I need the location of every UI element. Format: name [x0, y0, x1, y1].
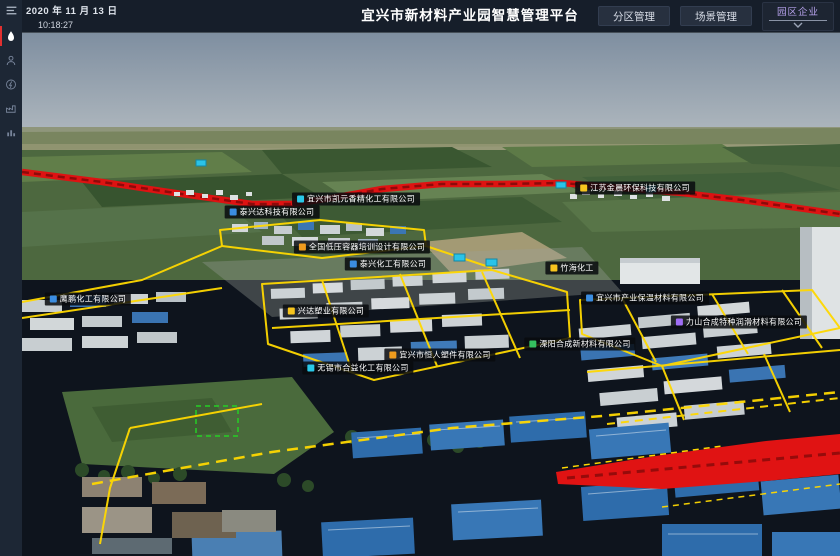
- company-marker-icon: [586, 295, 593, 302]
- company-marker-icon: [288, 308, 295, 315]
- company-marker-icon: [307, 365, 314, 372]
- stats-icon: [5, 126, 17, 139]
- company-label[interactable]: 宜兴市产业保温材料有限公司: [581, 292, 709, 305]
- company-label[interactable]: 泰兴达科技有限公司: [225, 206, 320, 219]
- company-label[interactable]: 江苏金晨环保科技有限公司: [575, 182, 695, 195]
- dropdown-divider: [769, 20, 827, 21]
- company-label[interactable]: 全国低压容器培训设计有限公司: [294, 241, 430, 254]
- company-label-text: 鹰鹏化工有限公司: [60, 293, 126, 306]
- company-label[interactable]: 溧阳合成新材料有限公司: [524, 338, 635, 351]
- time-label: 10:18:27: [26, 20, 117, 30]
- sidebar-item-menu[interactable]: [0, 0, 22, 20]
- zone-manage-button[interactable]: 分区管理: [598, 6, 670, 26]
- map-3d-scene[interactable]: 泰兴达科技有限公司 宜兴市凯元香精化工有限公司 全国低压容器培训设计有限公司 泰…: [22, 32, 840, 556]
- company-label-text: 力山合成特种润滑材料有限公司: [686, 316, 802, 329]
- company-label[interactable]: 竹海化工: [545, 262, 598, 275]
- company-marker-icon: [50, 296, 57, 303]
- dropdown-label: 园区企业: [777, 4, 819, 18]
- scene-manage-button[interactable]: 场景管理: [680, 6, 752, 26]
- company-marker-icon: [580, 185, 587, 192]
- chevron-down-icon: [793, 22, 803, 28]
- company-marker-icon: [299, 244, 306, 251]
- app-root: 泰兴达科技有限公司 宜兴市凯元香精化工有限公司 全国低压容器培训设计有限公司 泰…: [0, 0, 840, 556]
- date-label: 2020 年 11 月 13 日: [26, 3, 117, 17]
- company-label-text: 兴达塑业有限公司: [298, 305, 364, 318]
- company-marker-icon: [529, 341, 536, 348]
- company-label[interactable]: 无锡市合益化工有限公司: [302, 362, 413, 375]
- sidebar-item-stats[interactable]: [0, 120, 22, 144]
- company-marker-icon: [350, 261, 357, 268]
- menu-icon: [5, 4, 18, 17]
- company-label-text: 泰兴化工有限公司: [360, 258, 426, 271]
- company-marker-icon: [676, 319, 683, 326]
- datetime-block: 2020 年 11 月 13 日 10:18:27: [26, 3, 117, 30]
- company-label-text: 全国低压容器培训设计有限公司: [309, 241, 425, 254]
- sidebar-item-fire[interactable]: [0, 24, 22, 48]
- company-marker-icon: [297, 196, 304, 203]
- company-label[interactable]: 宜兴市恒人塑件有限公司: [384, 349, 495, 362]
- company-label-text: 宜兴市恒人塑件有限公司: [399, 349, 490, 362]
- header-controls: 分区管理 场景管理 园区企业: [598, 0, 834, 32]
- park-enterprise-dropdown[interactable]: 园区企业: [762, 2, 834, 31]
- sidebar: [0, 0, 22, 556]
- map-canvas[interactable]: [22, 32, 840, 556]
- company-marker-icon: [230, 209, 237, 216]
- company-label[interactable]: 鹰鹏化工有限公司: [45, 293, 131, 306]
- company-label-text: 江苏金晨环保科技有限公司: [590, 182, 690, 195]
- company-label-text: 宜兴市凯元香精化工有限公司: [307, 193, 415, 206]
- company-label-text: 泰兴达科技有限公司: [240, 206, 315, 219]
- company-label[interactable]: 力山合成特种润滑材料有限公司: [671, 316, 807, 329]
- company-label-text: 溧阳合成新材料有限公司: [539, 338, 630, 351]
- company-label[interactable]: 宜兴市凯元香精化工有限公司: [292, 193, 420, 206]
- user-icon: [5, 54, 17, 67]
- sidebar-item-personnel[interactable]: [0, 48, 22, 72]
- company-label-text: 无锡市合益化工有限公司: [317, 362, 408, 375]
- company-marker-icon: [550, 265, 557, 272]
- company-label[interactable]: 兴达塑业有限公司: [283, 305, 369, 318]
- company-label-text: 宜兴市产业保温材料有限公司: [596, 292, 704, 305]
- sidebar-item-energy[interactable]: [0, 72, 22, 96]
- company-marker-icon: [389, 352, 396, 359]
- sidebar-item-factory[interactable]: [0, 96, 22, 120]
- factory-icon: [5, 102, 17, 115]
- company-label[interactable]: 泰兴化工有限公司: [345, 258, 431, 271]
- fire-icon: [5, 30, 17, 43]
- page-title: 宜兴市新材料产业园智慧管理平台: [361, 0, 579, 32]
- power-icon: [5, 78, 17, 91]
- top-bar: 2020 年 11 月 13 日 10:18:27 宜兴市新材料产业园智慧管理平…: [22, 0, 840, 32]
- company-label-text: 竹海化工: [560, 262, 593, 275]
